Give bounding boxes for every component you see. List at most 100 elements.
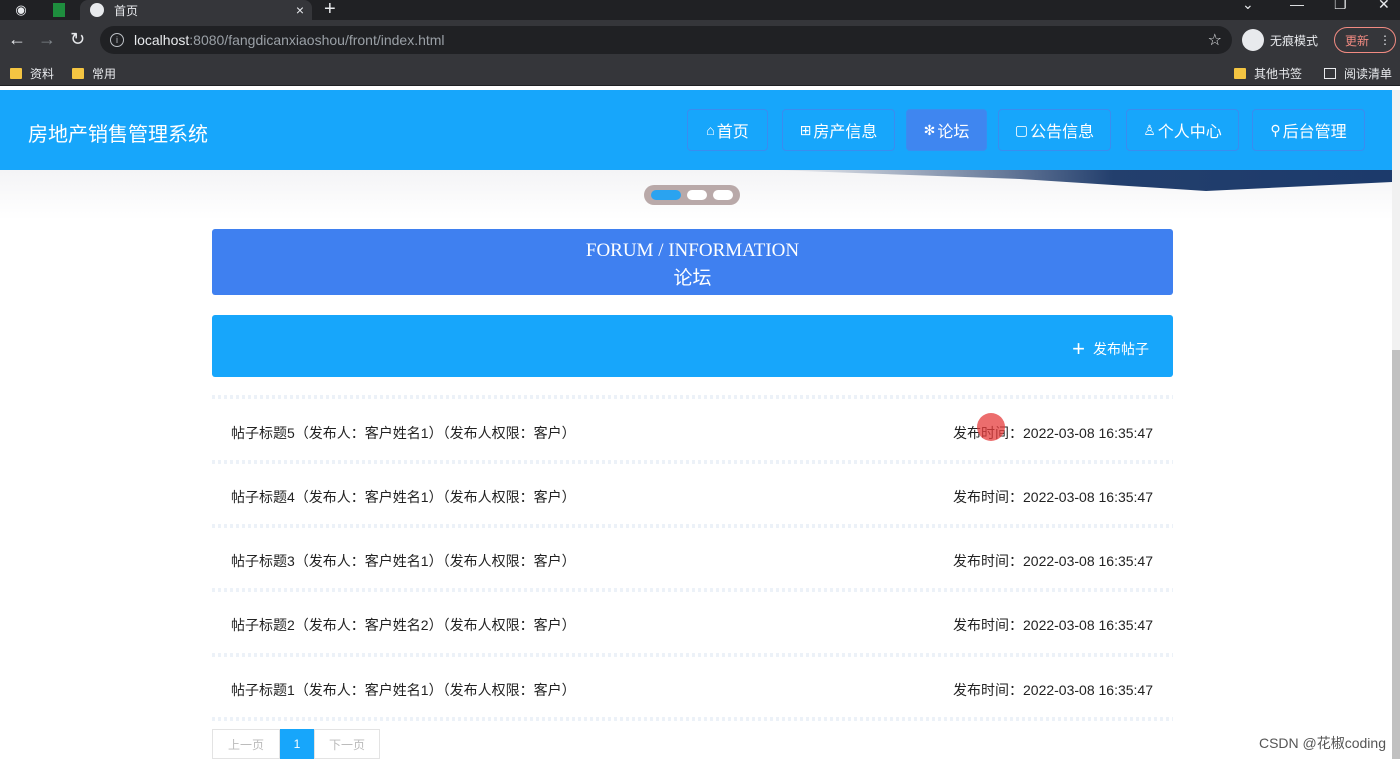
forum-heading-cn: 论坛 [673,268,712,289]
pinned-tab-icon[interactable]: ◉ [10,0,32,20]
active-tab[interactable]: 首页 × [80,0,312,20]
bookmarks-bar: 资料 常用 其他书签 阅读清单 [0,60,1400,86]
carousel-indicators [644,185,740,205]
new-post-label: 发布帖子 [1093,341,1149,357]
forward-icon[interactable]: → [38,29,56,50]
post-title[interactable]: 帖子标题3（发布人：客户姓名1）（发布人权限：客户） [231,551,576,571]
nav-label: 论坛 [937,124,970,141]
post-action-bar: + 发布帖子 [212,315,1173,377]
site-info-icon[interactable]: i [110,33,124,47]
window-close-icon[interactable]: ✕ [1378,0,1390,13]
forum-heading: FORUM / INFORMATION 论坛 [212,229,1173,295]
url-host: localhost [134,32,190,48]
grid-icon: ⊞ [799,121,812,138]
nav-personal-center[interactable]: ♙ 个人中心 [1126,109,1239,151]
back-icon[interactable]: ← [8,29,26,50]
home-icon: ⌂ [706,122,715,138]
post-time: 发布时间：2022-03-08 16:35:47 [953,553,1153,569]
list-item[interactable]: 帖子标题5（发布人：客户姓名1）（发布人权限：客户） 发布时间：2022-03-… [212,416,1173,446]
restore-icon[interactable]: ❐ [1334,0,1347,13]
cursor-click-indicator [977,413,1005,441]
site-header: 房地产销售管理系统 ⌂ 首页 ⊞ 房产信息 ✻ 论坛 ▢ 公告信息 ♙ 个人中心 ⚲ 后台管… [0,90,1392,170]
post-title[interactable]: 帖子标题5（发布人：客户姓名1）（发布人权限：客户） [231,423,576,443]
plus-icon: + [1072,336,1085,361]
next-page-button[interactable]: 下一页 [314,729,380,759]
post-title[interactable]: 帖子标题1（发布人：客户姓名1）（发布人权限：客户） [231,680,576,700]
nav-property-info[interactable]: ⊞ 房产信息 [782,109,895,151]
list-item[interactable]: 帖子标题3（发布人：客户姓名1）（发布人权限：客户） 发布时间：2022-03-… [212,544,1173,574]
list-item[interactable]: 帖子标题1（发布人：客户姓名1）（发布人权限：客户） 发布时间：2022-03-… [212,673,1173,703]
browser-tab-bar: ◉ 首页 × + ⌄ — ❐ ✕ [0,0,1400,20]
nav-home[interactable]: ⌂ 首页 [687,109,768,151]
bookmark-folder[interactable]: 常用 [72,65,116,82]
pinned-sheet-icon[interactable] [48,0,70,20]
forum-heading-en: FORUM / INFORMATION [585,240,800,261]
reading-list-label: 阅读清单 [1344,67,1393,81]
nav-label: 个人中心 [1157,124,1222,141]
carousel-dot[interactable] [713,190,733,200]
update-button[interactable]: 更新 ⋮ [1334,27,1396,53]
other-bookmarks[interactable]: 其他书签 [1234,65,1302,82]
folder-icon [72,68,84,79]
nav-forum[interactable]: ✻ 论坛 [906,109,987,151]
banner-carousel [0,170,1392,220]
row-divider [212,460,1173,464]
row-divider [212,588,1173,592]
new-tab-button[interactable]: + [324,0,336,21]
row-divider [212,395,1173,399]
post-time: 发布时间：2022-03-08 16:35:47 [953,489,1153,505]
carousel-dot[interactable] [687,190,707,200]
note-icon: ▢ [1014,121,1029,138]
bookmark-folder[interactable]: 资料 [10,65,54,82]
nav-label: 公告信息 [1030,124,1095,141]
prev-page-button[interactable]: 上一页 [212,729,280,759]
snowflake-icon: ✻ [923,121,936,138]
nav-admin[interactable]: ⚲ 后台管理 [1252,109,1365,151]
globe-icon [90,3,104,17]
other-bookmarks-label: 其他书签 [1254,67,1303,81]
nav-announcements[interactable]: ▢ 公告信息 [998,109,1111,151]
site-title: 房地产销售管理系统 [28,124,208,146]
reading-list[interactable]: 阅读清单 [1324,65,1392,82]
list-item[interactable]: 帖子标题2（发布人：客户姓名2）（发布人权限：客户） 发布时间：2022-03-… [212,608,1173,638]
close-icon[interactable]: × [296,2,304,18]
url-input[interactable]: i localhost:8080/fangdicanxiaoshou/front… [100,26,1232,54]
post-time: 发布时间：2022-03-08 16:35:47 [953,617,1153,633]
update-label: 更新 [1345,33,1370,48]
tab-search-icon[interactable]: ⌄ [1242,0,1254,13]
bookmark-label: 资料 [30,67,55,81]
url-path: :8080/fangdicanxiaoshou/front/index.html [189,32,445,48]
nav-label: 首页 [716,124,749,141]
new-post-button[interactable]: + 发布帖子 [1072,336,1149,361]
row-divider [212,717,1173,721]
reading-list-icon [1324,68,1336,79]
scrollbar-thumb[interactable] [1392,350,1400,759]
tab-title: 首页 [114,3,139,18]
incognito-indicator[interactable]: 无痕模式 [1242,29,1318,51]
minimize-icon[interactable]: — [1290,0,1304,12]
incognito-icon [1242,29,1264,51]
page-number-current[interactable]: 1 [280,729,314,759]
pagination: 上一页 1 下一页 [212,729,380,759]
row-divider [212,524,1173,528]
menu-icon[interactable]: ⋮ [1379,33,1391,47]
folder-icon [1234,68,1246,79]
address-bar: ← → ↻ i localhost:8080/fangdicanxiaoshou… [0,20,1400,60]
watermark: CSDN @花椒coding [1258,735,1386,751]
nav-label: 后台管理 [1282,124,1347,141]
post-title[interactable]: 帖子标题2（发布人：客户姓名2）（发布人权限：客户） [231,615,576,635]
post-title[interactable]: 帖子标题4（发布人：客户姓名1）（发布人权限：客户） [231,487,576,507]
link-icon: ⚲ [1270,121,1281,138]
list-item[interactable]: 帖子标题4（发布人：客户姓名1）（发布人权限：客户） 发布时间：2022-03-… [212,480,1173,510]
folder-icon [10,68,22,79]
banner-image [772,170,1392,191]
bookmark-label: 常用 [92,67,117,81]
nav-label: 房产信息 [813,124,878,141]
reload-icon[interactable]: ↻ [70,29,85,50]
user-icon: ♙ [1143,121,1156,138]
bookmark-star-icon[interactable]: ☆ [1208,30,1222,50]
row-divider [212,653,1173,657]
post-time: 发布时间：2022-03-08 16:35:47 [953,682,1153,698]
incognito-label: 无痕模式 [1270,33,1319,48]
carousel-dot[interactable] [651,190,681,200]
